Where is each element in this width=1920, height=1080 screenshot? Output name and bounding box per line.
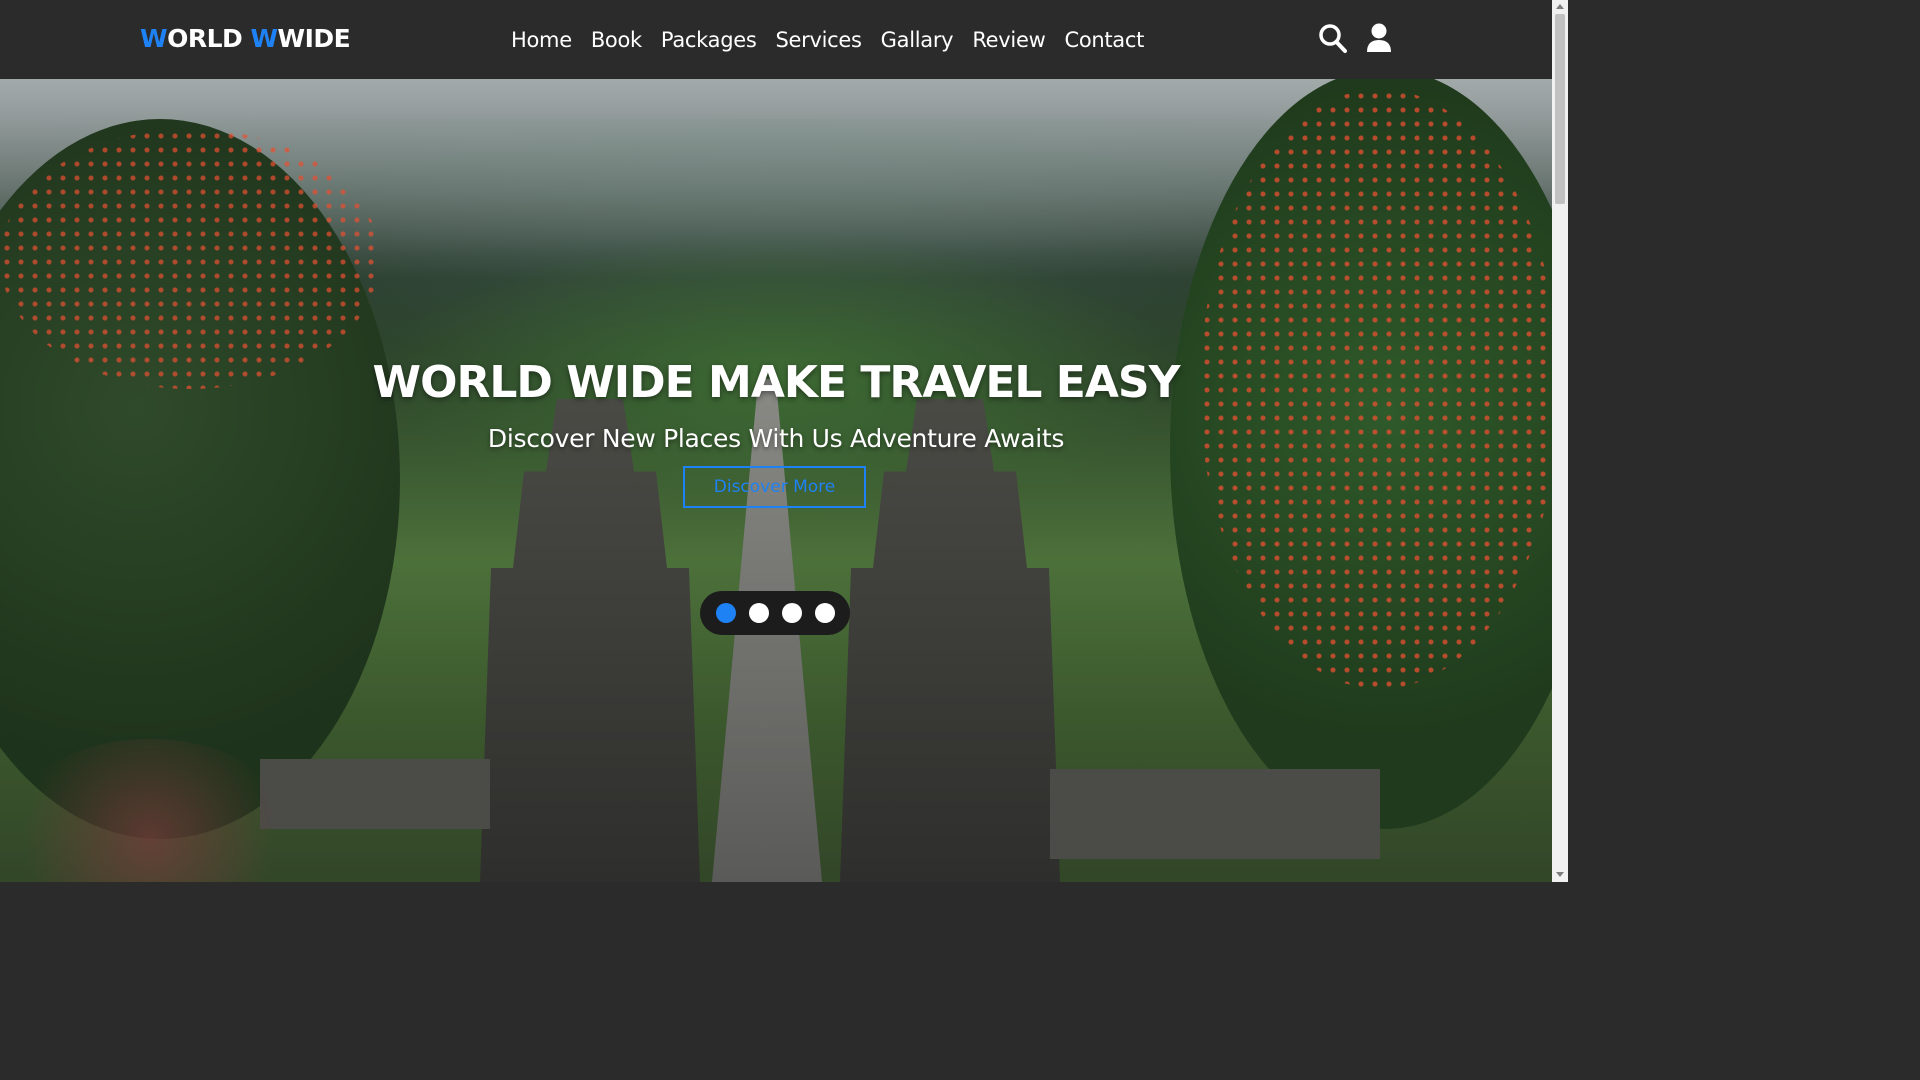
slider-dots [700,591,850,635]
slider-dot-2[interactable] [748,603,769,623]
nav-links: Home Book Packages Services Gallary Revi… [511,22,1163,58]
hero-bg-flowers-left [0,129,380,389]
search-icon[interactable] [1318,22,1348,54]
discover-more-button[interactable]: Discover More [683,466,866,508]
nav-gallary[interactable]: Gallary [881,22,954,58]
user-icon[interactable] [1366,22,1392,54]
nav-icons [1318,22,1392,54]
nav-contact[interactable]: Contact [1064,22,1144,58]
nav-packages[interactable]: Packages [661,22,757,58]
nav-services[interactable]: Services [776,22,862,58]
scrollbar[interactable] [1552,0,1568,882]
navbar: WORLD WWIDE Home Book Packages Services … [0,0,1552,79]
nav-book[interactable]: Book [591,22,642,58]
scroll-thumb[interactable] [1555,14,1565,204]
nav-review[interactable]: Review [972,22,1045,58]
logo-accent-w: W [140,24,168,53]
hero-title: WORLD WIDE MAKE TRAVEL EASY [372,357,1181,408]
slider-dot-1[interactable] [715,603,736,623]
slider-dot-3[interactable] [781,603,802,623]
scroll-down-arrow-icon[interactable] [1556,872,1564,877]
scroll-up-arrow-icon[interactable] [1556,4,1564,9]
hero-bg-wall-right [1050,769,1380,859]
logo[interactable]: WORLD WWIDE [140,20,351,58]
nav-home[interactable]: Home [511,22,572,58]
hero-subtitle: Discover New Places With Us Adventure Aw… [487,424,1065,453]
logo-text-1: ORLD [167,24,251,53]
logo-accent-w2: W [250,24,278,53]
logo-text-2: WIDE [277,24,351,53]
slider-dot-4[interactable] [814,603,835,623]
